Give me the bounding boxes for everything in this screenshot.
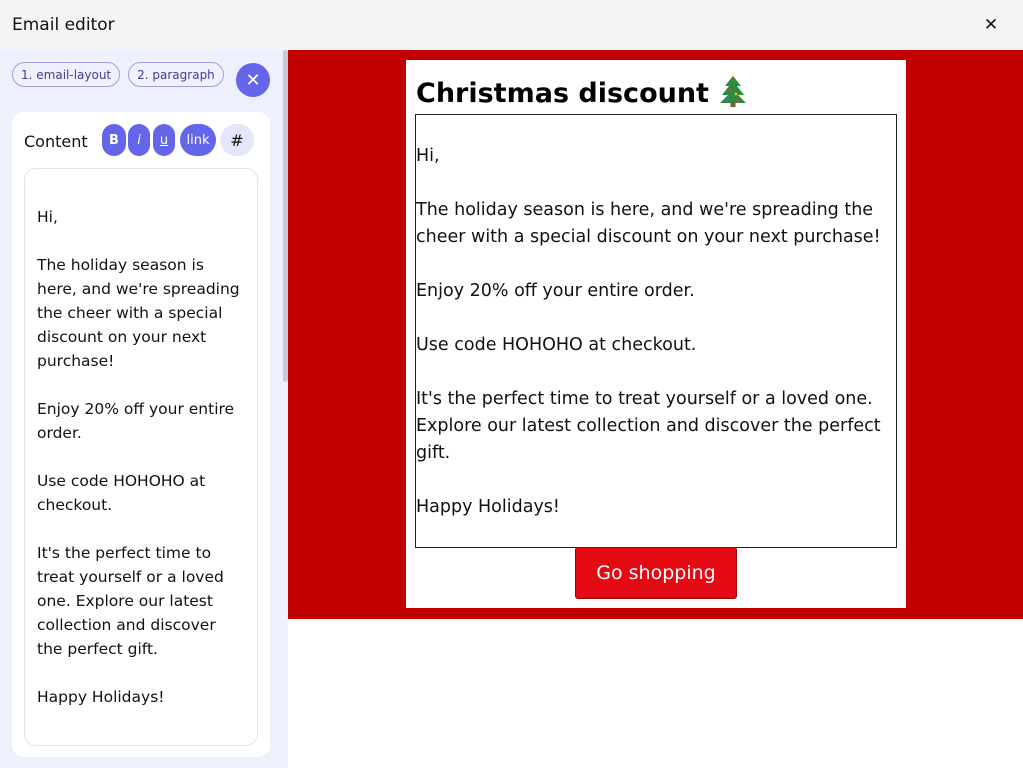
- email-paragraph: The holiday season is here, and we're sp…: [416, 200, 881, 247]
- go-shopping-button[interactable]: Go shopping: [575, 547, 737, 599]
- close-icon: ✕: [245, 69, 261, 91]
- hash-button[interactable]: #: [220, 124, 254, 156]
- email-heading[interactable]: Christmas discount: [416, 74, 748, 109]
- email-paragraph: Hi,: [416, 146, 440, 166]
- email-paragraph: It's the perfect time to treat yourself …: [416, 389, 881, 463]
- email-paragraph: Enjoy 20% off your entire order.: [416, 281, 695, 301]
- breadcrumb-email-layout[interactable]: 1. email-layout: [12, 62, 121, 87]
- email-paragraph: Use code HOHOHO at checkout.: [416, 335, 697, 355]
- title-bar: Email editor ✕: [0, 0, 1023, 50]
- editor-paragraph: Happy Holidays!: [37, 688, 165, 706]
- content-label: Content: [24, 132, 88, 151]
- breadcrumb-paragraph[interactable]: 2. paragraph: [128, 62, 224, 87]
- editor-paragraph: Hi,: [37, 208, 58, 226]
- window-title: Email editor: [12, 15, 115, 35]
- underline-button[interactable]: u: [153, 124, 175, 156]
- editor-paragraph: Enjoy 20% off your entire order.: [37, 400, 235, 442]
- breadcrumb: 1. email-layout 2. paragraph: [12, 62, 224, 87]
- italic-button[interactable]: i: [128, 124, 150, 156]
- content-textarea[interactable]: Hi, The holiday season is here, and we'r…: [24, 168, 258, 746]
- link-button[interactable]: link: [180, 124, 216, 156]
- editor-paragraph: Use code HOHOHO at checkout.: [37, 472, 206, 514]
- christmas-tree-icon: [720, 74, 747, 107]
- bold-button[interactable]: B: [102, 124, 126, 156]
- email-preview: Christmas discount Hi, The holiday seaso…: [406, 60, 906, 608]
- close-icon[interactable]: ✕: [981, 15, 1001, 35]
- editor-paragraph: The holiday season is here, and we're sp…: [37, 256, 240, 370]
- content-panel: Content B i u link # Hi, The holiday sea…: [12, 112, 270, 757]
- close-panel-button[interactable]: ✕: [236, 63, 270, 97]
- editor-paragraph: It's the perfect time to treat yourself …: [37, 544, 224, 658]
- email-paragraph: Happy Holidays!: [416, 497, 560, 517]
- email-paragraph-block[interactable]: Hi, The holiday season is here, and we'r…: [415, 114, 897, 548]
